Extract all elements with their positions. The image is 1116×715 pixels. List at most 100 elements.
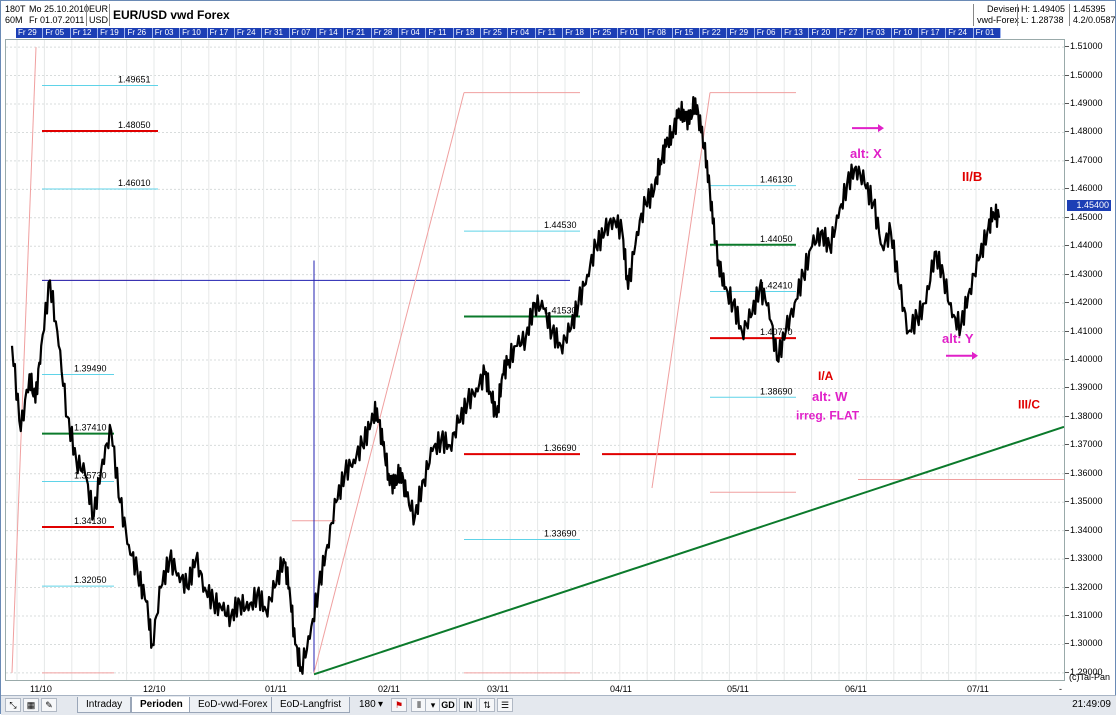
y-tick-label: 1.32000 <box>1070 582 1103 592</box>
timeframe-label: 60M <box>5 15 23 25</box>
divider <box>1069 4 1070 26</box>
end-date: Fr 01.07.2011 <box>29 15 84 25</box>
week-label[interactable]: Fr 08 <box>645 28 672 38</box>
week-label[interactable]: Fr 07 <box>290 28 317 38</box>
cursor-icon[interactable]: ⤡ <box>5 698 21 712</box>
y-axis: 1.510001.500001.490001.480001.470001.460… <box>1066 39 1116 681</box>
week-label[interactable]: Fr 18 <box>454 28 481 38</box>
wave-label: irreg. FLAT <box>796 409 860 423</box>
tab-eod-langfrist[interactable]: EoD-Langfrist <box>271 697 350 713</box>
week-label[interactable]: Fr 10 <box>892 28 919 38</box>
week-label[interactable]: Fr 03 <box>153 28 180 38</box>
level-label: 1.38690 <box>760 386 793 396</box>
week-label[interactable]: Fr 10 <box>180 28 207 38</box>
week-label[interactable]: Fr 25 <box>481 28 508 38</box>
period-select[interactable]: 180 <box>359 698 376 712</box>
week-label[interactable]: Fr 01 <box>974 28 1001 38</box>
y-tick-label: 1.46000 <box>1070 183 1103 193</box>
plot-area[interactable]: 1.496511.480501.460101.394901.374101.357… <box>5 39 1065 681</box>
y-tick-label: 1.49000 <box>1070 98 1103 108</box>
chart-title: EUR/USD vwd Forex <box>113 8 230 22</box>
start-date: Mo 25.10.2010 <box>29 4 89 14</box>
divider <box>109 4 110 26</box>
week-label[interactable]: Fr 04 <box>509 28 536 38</box>
y-tick-label: 1.35000 <box>1070 496 1103 506</box>
x-tick-label: 11/10 <box>30 684 52 694</box>
x-axis: 11/1012/1001/1102/1103/1104/1105/1106/11… <box>5 683 1065 695</box>
week-label[interactable]: Fr 15 <box>673 28 700 38</box>
y-tick-label: 1.45000 <box>1070 212 1103 222</box>
flag-icon[interactable]: ⚑ <box>391 698 407 712</box>
week-strip[interactable]: Fr 29Fr 05Fr 12Fr 19Fr 26Fr 03Fr 10Fr 17… <box>16 28 1001 38</box>
level-label: 1.39490 <box>74 364 107 374</box>
x-tick-label: 12/10 <box>143 684 166 694</box>
wave-label: alt: X <box>850 146 882 161</box>
y-tick-label: 1.40000 <box>1070 354 1103 364</box>
week-label[interactable]: Fr 01 <box>618 28 645 38</box>
grid-icon[interactable]: ▦ <box>23 698 39 712</box>
fib-diagonal <box>314 93 464 673</box>
week-label[interactable]: Fr 29 <box>16 28 43 38</box>
wave-label: II/B <box>962 169 982 184</box>
fib-levels: 1.496511.480501.460101.394901.374101.357… <box>42 74 1064 672</box>
quote-currency: USD <box>89 15 108 25</box>
x-tick-label: 03/11 <box>487 684 509 694</box>
level-label: 1.37410 <box>74 423 107 433</box>
week-label[interactable]: Fr 11 <box>426 28 453 38</box>
week-label[interactable]: Fr 17 <box>208 28 235 38</box>
week-label[interactable]: Fr 14 <box>317 28 344 38</box>
chevron-down-icon[interactable]: ▾ <box>378 698 383 712</box>
high-value: H: 1.49405 <box>1021 4 1065 14</box>
bottom-toolbar: ⤡ ▦ ✎ Intraday Perioden EoD-vwd-Forex Eo… <box>1 695 1116 715</box>
wave-label: alt: W <box>812 389 848 404</box>
week-label[interactable]: Fr 24 <box>946 28 973 38</box>
week-label[interactable]: Fr 22 <box>700 28 727 38</box>
week-label[interactable]: Fr 19 <box>98 28 125 38</box>
week-label[interactable]: Fr 17 <box>919 28 946 38</box>
week-label[interactable]: Fr 04 <box>399 28 426 38</box>
y-tick-label: 1.42000 <box>1070 297 1103 307</box>
week-label[interactable]: Fr 25 <box>591 28 618 38</box>
clock: 21:49:09 <box>1072 699 1111 710</box>
in-button[interactable]: IN <box>459 698 477 712</box>
price-chart[interactable]: 1.496511.480501.460101.394901.374101.357… <box>6 40 1064 680</box>
tab-perioden[interactable]: Perioden <box>131 697 192 713</box>
week-label[interactable]: Fr 12 <box>71 28 98 38</box>
level-label: 1.32050 <box>74 575 107 585</box>
y-tick-label: 1.34000 <box>1070 525 1103 535</box>
level-label: 1.33690 <box>544 528 577 538</box>
week-label[interactable]: Fr 13 <box>782 28 809 38</box>
week-label[interactable]: Fr 31 <box>262 28 289 38</box>
week-label[interactable]: Fr 20 <box>809 28 836 38</box>
level-label: 1.46010 <box>118 178 151 188</box>
tab-eod-vwd-forex[interactable]: EoD-vwd-Forex <box>189 697 276 713</box>
y-tick-label: 1.51000 <box>1070 41 1103 51</box>
week-label[interactable]: Fr 21 <box>344 28 371 38</box>
compare-icon[interactable]: ⇅ <box>479 698 495 712</box>
week-label[interactable]: Fr 28 <box>372 28 399 38</box>
interval-label: 180T <box>5 4 26 14</box>
x-tick-label: 01/11 <box>265 684 287 694</box>
settings-icon[interactable]: ☰ <box>497 698 513 712</box>
arrow-head-icon <box>972 352 978 360</box>
y-tick-label: 1.44000 <box>1070 240 1103 250</box>
tab-intraday[interactable]: Intraday <box>77 697 131 713</box>
week-label[interactable]: Fr 03 <box>864 28 891 38</box>
x-tick-label: 02/11 <box>378 684 400 694</box>
week-label[interactable]: Fr 29 <box>727 28 754 38</box>
pen-icon[interactable]: ✎ <box>41 698 57 712</box>
week-label[interactable]: Fr 27 <box>837 28 864 38</box>
level-label: 1.36690 <box>544 443 577 453</box>
week-label[interactable]: Fr 24 <box>235 28 262 38</box>
week-label[interactable]: Fr 18 <box>563 28 590 38</box>
y-tick-label: 1.33000 <box>1070 553 1103 563</box>
x-tick-label: 07/11 <box>967 684 989 694</box>
week-label[interactable]: Fr 26 <box>125 28 152 38</box>
week-label[interactable]: Fr 06 <box>755 28 782 38</box>
week-label[interactable]: Fr 05 <box>43 28 70 38</box>
gd-button[interactable]: GD <box>439 698 457 712</box>
y-tick-label: 1.37000 <box>1070 439 1103 449</box>
y-tick-label: 1.38000 <box>1070 411 1103 421</box>
chart-header: 180T Mo 25.10.2010 EUR 60M Fr 01.07.2011… <box>5 4 1113 26</box>
week-label[interactable]: Fr 11 <box>536 28 563 38</box>
